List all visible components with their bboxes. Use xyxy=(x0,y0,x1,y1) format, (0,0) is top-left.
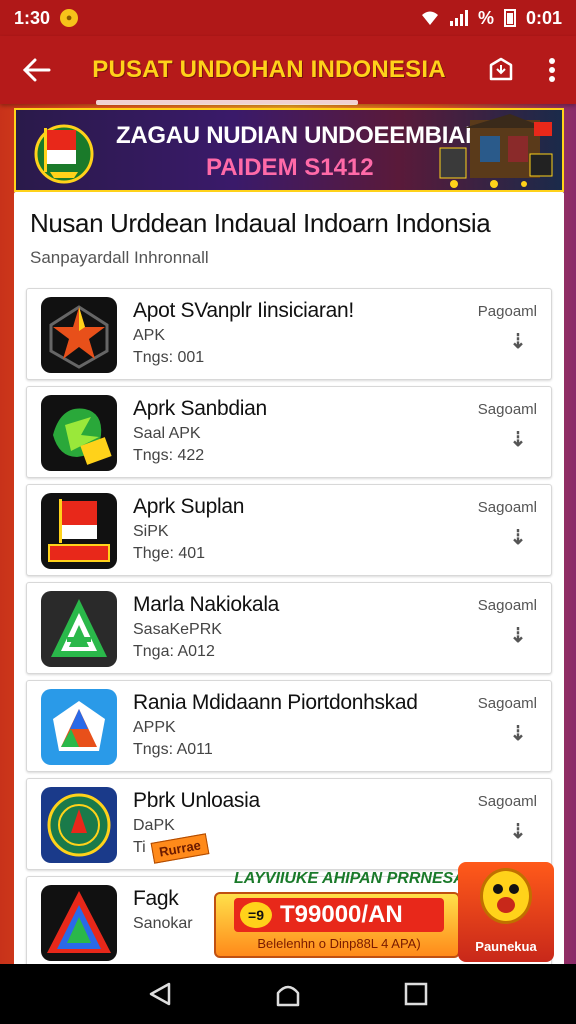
ad-subtext: Belelenhn o Dinp88L 4 APA) xyxy=(257,936,421,951)
status-left: 1:30 ● xyxy=(14,7,79,29)
shop-illustration-icon xyxy=(439,114,553,188)
app-action-label: Sagoaml xyxy=(477,499,537,516)
letter-a-app-icon xyxy=(41,591,117,667)
app-action-label: Pagoaml xyxy=(477,303,537,320)
notification-icon: ● xyxy=(60,9,79,27)
download-icon[interactable]: ⇣ xyxy=(507,819,529,845)
emblem-app-icon xyxy=(41,787,117,863)
app-size: Tngs: 001 xyxy=(133,349,205,366)
more-vert-icon xyxy=(549,58,555,82)
banner-headline: ZAGAU NUDIAN UNDOEEMBIAN xyxy=(116,122,483,149)
signal-icon xyxy=(449,10,468,26)
app-size: Ti xyxy=(133,839,146,856)
page-subtitle: Sanpayardall Inhronnall xyxy=(30,248,209,267)
app-name: Rania Mdidaann Piortdonhskad xyxy=(133,691,418,714)
app-type: DaPK xyxy=(133,817,175,834)
battery-percent: % xyxy=(477,7,494,28)
flag-seal-app-icon xyxy=(41,493,117,569)
share-button[interactable] xyxy=(472,36,528,104)
app-title: PUSAT UNDOHAN INDONESIA xyxy=(92,56,446,83)
more-options-button[interactable] xyxy=(528,36,576,104)
ad-headline: LAYVIIUKE AHIPAN PRRNESAA xyxy=(234,870,477,887)
app-action-label: Sagoaml xyxy=(477,695,537,712)
app-size: Thge: 401 xyxy=(133,545,206,562)
app-type: SasaKePRK xyxy=(133,621,222,638)
list-item[interactable]: Aprk Suplan SiPK Thge: 401 Sagoaml ⇣ xyxy=(26,484,552,576)
list-item[interactable]: Marla Nakiokala SasaKePRK Tnga: A012 Sag… xyxy=(26,582,552,674)
nav-home-button[interactable] xyxy=(264,970,312,1018)
download-icon[interactable]: ⇣ xyxy=(507,721,529,747)
app-bar: PUSAT UNDOHAN INDONESIA xyxy=(0,36,576,104)
arrow-left-icon xyxy=(23,58,51,82)
tab-indicator xyxy=(96,100,358,105)
back-button[interactable] xyxy=(0,36,74,104)
status-time-right: 0:01 xyxy=(525,7,562,28)
download-icon[interactable]: ⇣ xyxy=(507,427,529,453)
wifi-icon xyxy=(421,11,438,25)
triangle-back-icon xyxy=(149,982,171,1006)
app-action-label: Sagoaml xyxy=(477,793,537,810)
app-type: Sanokar xyxy=(133,915,193,932)
list-item[interactable]: Apot SVanplr Iinsiciaran! APK Tngs: 001 … xyxy=(26,288,552,380)
indonesia-flag-logo-icon xyxy=(34,124,94,184)
page-title: Nusan Urddean Indaual Indoarn Indonsia xyxy=(30,208,491,238)
app-size: Tngs: 422 xyxy=(133,447,205,464)
status-right: % 0:01 xyxy=(420,8,562,29)
app-size: Tngs: A011 xyxy=(133,741,213,758)
app-name: Pbrk Unloasia xyxy=(133,789,260,812)
download-icon[interactable]: ⇣ xyxy=(507,329,529,355)
app-size: Tnga: A012 xyxy=(133,643,215,660)
app-name: Marla Nakiokala xyxy=(133,593,280,616)
mascot-face-icon xyxy=(480,868,532,924)
ad-box[interactable]: =9 T99000/AN Belelenhn o Dinp88L 4 APA) xyxy=(214,892,460,958)
nav-recents-button[interactable] xyxy=(392,970,440,1018)
status-time: 1:30 xyxy=(14,7,51,28)
app-name: Aprk Sanbdian xyxy=(133,397,267,420)
app-action-label: Sagoaml xyxy=(477,401,537,418)
share-icon xyxy=(489,57,513,81)
app-type: SiPK xyxy=(133,523,169,540)
app-type: Saal APK xyxy=(133,425,201,442)
nav-back-button[interactable] xyxy=(136,970,184,1018)
status-bar: 1:30 ● % 0:01 xyxy=(0,0,576,36)
colorful-a-app-icon xyxy=(41,689,117,765)
download-icon[interactable]: ⇣ xyxy=(507,623,529,649)
coin-icon: =9 xyxy=(240,902,272,928)
app-name: Fagk xyxy=(133,887,179,910)
download-icon[interactable]: ⇣ xyxy=(507,525,529,551)
app-name: Apot SVanplr Iinsiciaran! xyxy=(133,299,354,322)
battery-icon xyxy=(503,9,516,27)
list-item[interactable]: Rania Mdidaann Piortdonhskad APPK Tngs: … xyxy=(26,680,552,772)
app-type: APK xyxy=(133,327,166,344)
app-type: APPK xyxy=(133,719,176,736)
ad-cta-button[interactable]: Paunekua xyxy=(458,862,554,962)
square-recents-icon xyxy=(404,982,428,1006)
promo-banner[interactable]: ZAGAU NUDIAN UNDOEEMBIAN PAIDEM S1412 xyxy=(14,108,564,192)
dragon-app-icon xyxy=(41,395,117,471)
app-name: Aprk Suplan xyxy=(133,495,245,518)
ad-cta-label: Paunekua xyxy=(475,939,537,954)
banner-subheadline: PAIDEM S1412 xyxy=(206,154,374,181)
list-item[interactable]: Pbrk Unloasia DaPK Ti Sagoaml ⇣ xyxy=(26,778,552,870)
system-nav-bar xyxy=(0,964,576,1024)
app-action-label: Sagoaml xyxy=(477,597,537,614)
list-item[interactable]: Aprk Sanbdian Saal APK Tngs: 422 Sagoaml… xyxy=(26,386,552,478)
home-icon xyxy=(276,985,300,1007)
star-cube-app-icon xyxy=(41,297,117,373)
triangle-a-app-icon xyxy=(41,885,117,961)
